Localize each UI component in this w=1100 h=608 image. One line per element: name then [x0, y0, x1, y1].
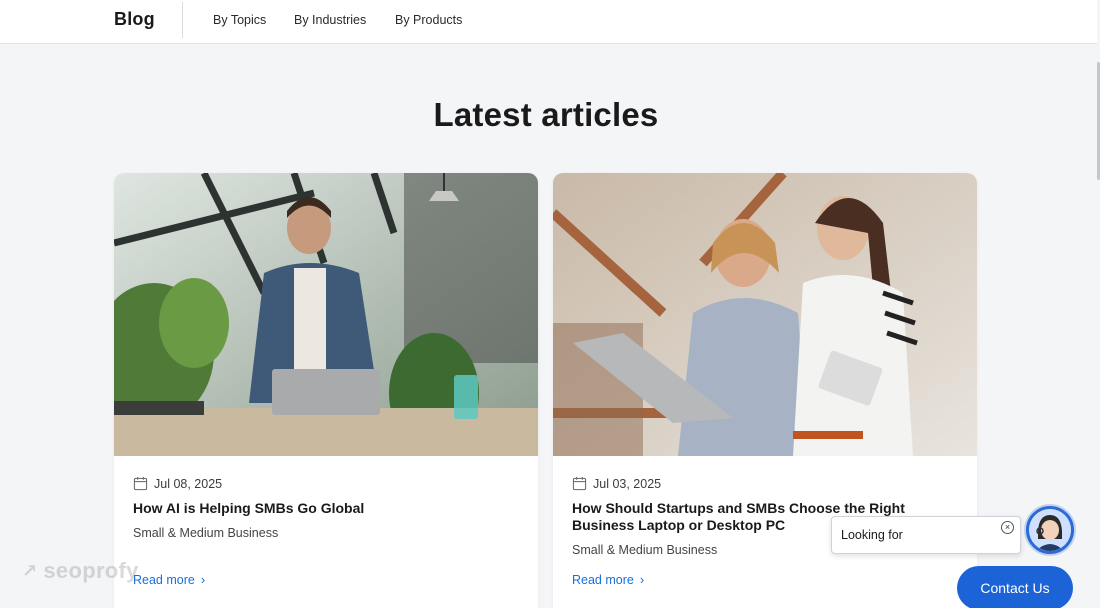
chevron-right-icon: ›	[200, 572, 206, 587]
article-date-text: Jul 03, 2025	[593, 476, 662, 491]
header-divider	[182, 2, 183, 38]
chat-prompt-text: Looking for	[841, 528, 903, 542]
blog-brand-link[interactable]: Blog	[114, 9, 155, 30]
watermark-text: seoprofy	[43, 558, 139, 583]
article-image[interactable]	[553, 173, 977, 456]
calendar-icon	[572, 476, 587, 491]
nav-by-industries[interactable]: By Industries	[294, 13, 366, 27]
article-category: Small & Medium Business	[572, 543, 718, 557]
contact-us-button[interactable]: Contact Us	[957, 566, 1073, 608]
agent-avatar-icon	[1029, 509, 1071, 551]
article-image[interactable]	[114, 173, 538, 456]
article-title[interactable]: How AI is Helping SMBs Go Global	[133, 500, 513, 517]
chat-prompt-bubble[interactable]: Looking for ×	[831, 516, 1021, 554]
calendar-icon	[133, 476, 148, 491]
article-card[interactable]: Jul 08, 2025 How AI is Helping SMBs Go G…	[114, 173, 538, 608]
top-nav-bar: Blog By Topics By Industries By Products	[0, 0, 1097, 44]
chevron-right-icon: ›	[639, 572, 645, 587]
read-more-link[interactable]: Read more ›	[133, 572, 205, 587]
close-icon[interactable]: ×	[1001, 521, 1014, 534]
article-date-text: Jul 08, 2025	[154, 476, 223, 491]
read-more-label: Read more	[572, 572, 634, 587]
read-more-link[interactable]: Read more ›	[572, 572, 644, 587]
chat-agent-avatar[interactable]	[1026, 506, 1074, 554]
nav-by-topics[interactable]: By Topics	[213, 13, 266, 27]
article-date: Jul 03, 2025	[572, 476, 661, 491]
seoprofy-watermark: ↗ seoprofy	[22, 558, 139, 584]
nav-by-products[interactable]: By Products	[395, 13, 462, 27]
arrow-up-right-icon: ↗	[22, 560, 38, 581]
read-more-label: Read more	[133, 572, 195, 587]
article-category: Small & Medium Business	[133, 526, 279, 540]
section-title: Latest articles	[433, 96, 659, 133]
article-date: Jul 08, 2025	[133, 476, 222, 491]
